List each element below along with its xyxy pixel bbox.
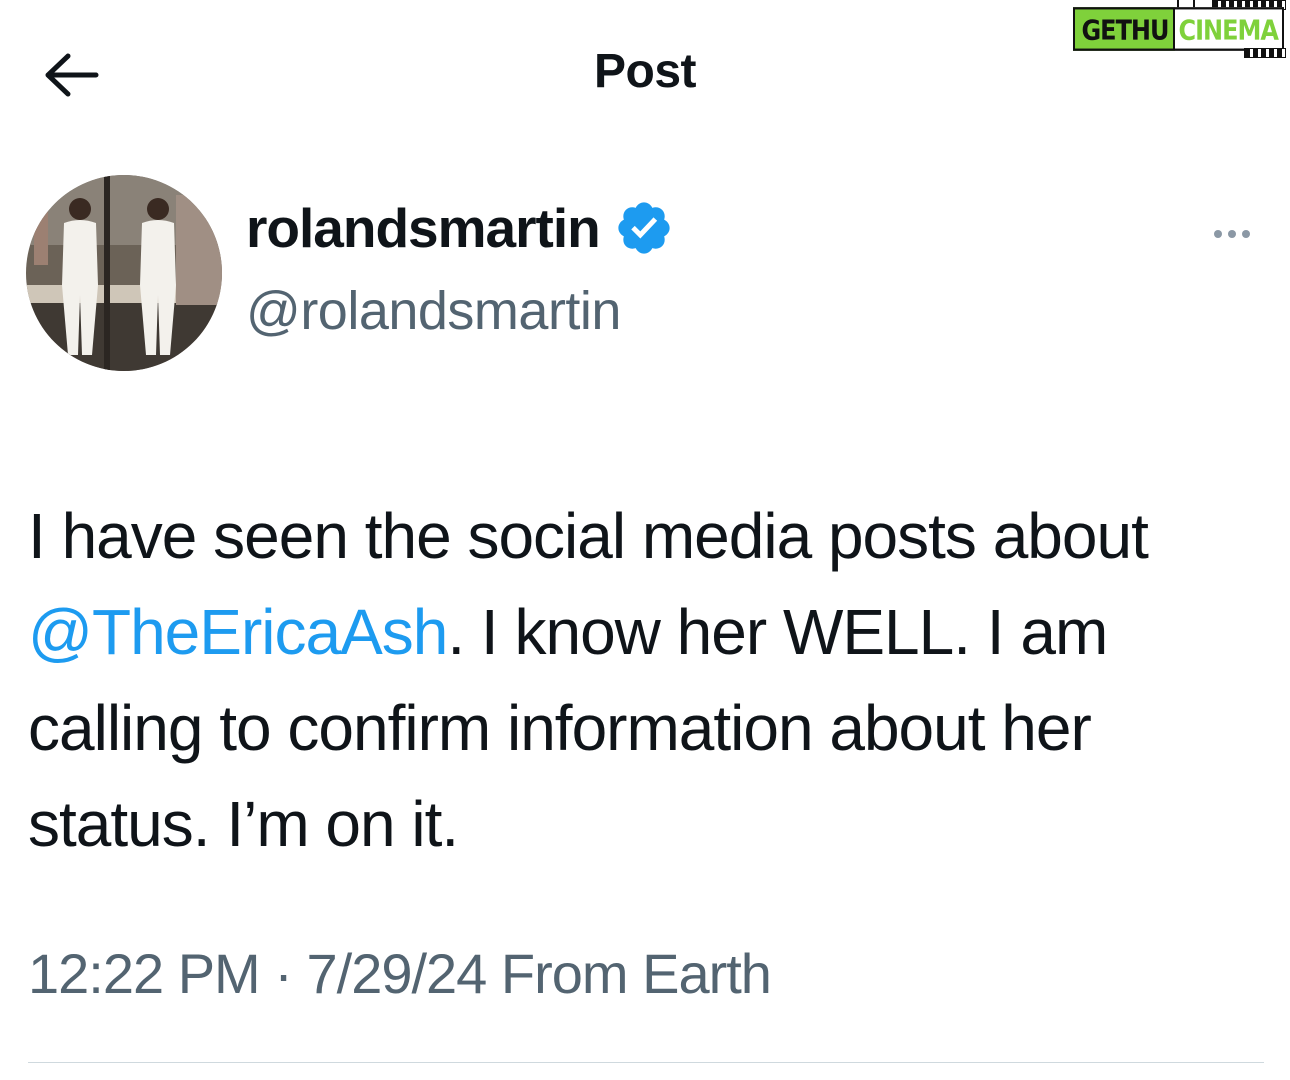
author-display-name[interactable]: rolandsmartin bbox=[246, 198, 674, 259]
divider bbox=[28, 1062, 1264, 1063]
verified-badge-icon bbox=[618, 202, 670, 254]
more-horizontal-icon bbox=[1242, 230, 1250, 238]
page-title: Post bbox=[593, 45, 697, 98]
meta-separator: · bbox=[274, 942, 293, 1005]
more-options-button[interactable] bbox=[1204, 216, 1260, 252]
mention-link[interactable]: @TheEricaAsh bbox=[28, 596, 448, 668]
top-app-bar: Post bbox=[0, 0, 1290, 150]
post-screen: GETHU CINEMA Post rolandsmartin @rolands… bbox=[0, 0, 1290, 1080]
post-source: From Earth bbox=[500, 942, 772, 1005]
avatar-image bbox=[26, 175, 222, 371]
post-text-part: I have seen the social media posts about bbox=[28, 500, 1149, 572]
more-horizontal-icon bbox=[1214, 230, 1222, 238]
post-date[interactable]: 7/29/24 bbox=[306, 942, 487, 1005]
post-text: I have seen the social media posts about… bbox=[28, 488, 1268, 872]
post-time[interactable]: 12:22 PM bbox=[28, 942, 261, 1005]
author-handle[interactable]: @rolandsmartin bbox=[246, 281, 621, 341]
post-timestamp-row: 12:22 PM · 7/29/24 From Earth bbox=[28, 940, 772, 1007]
author-avatar[interactable] bbox=[26, 175, 222, 371]
more-horizontal-icon bbox=[1228, 230, 1236, 238]
display-name-text: rolandsmartin bbox=[246, 197, 601, 259]
